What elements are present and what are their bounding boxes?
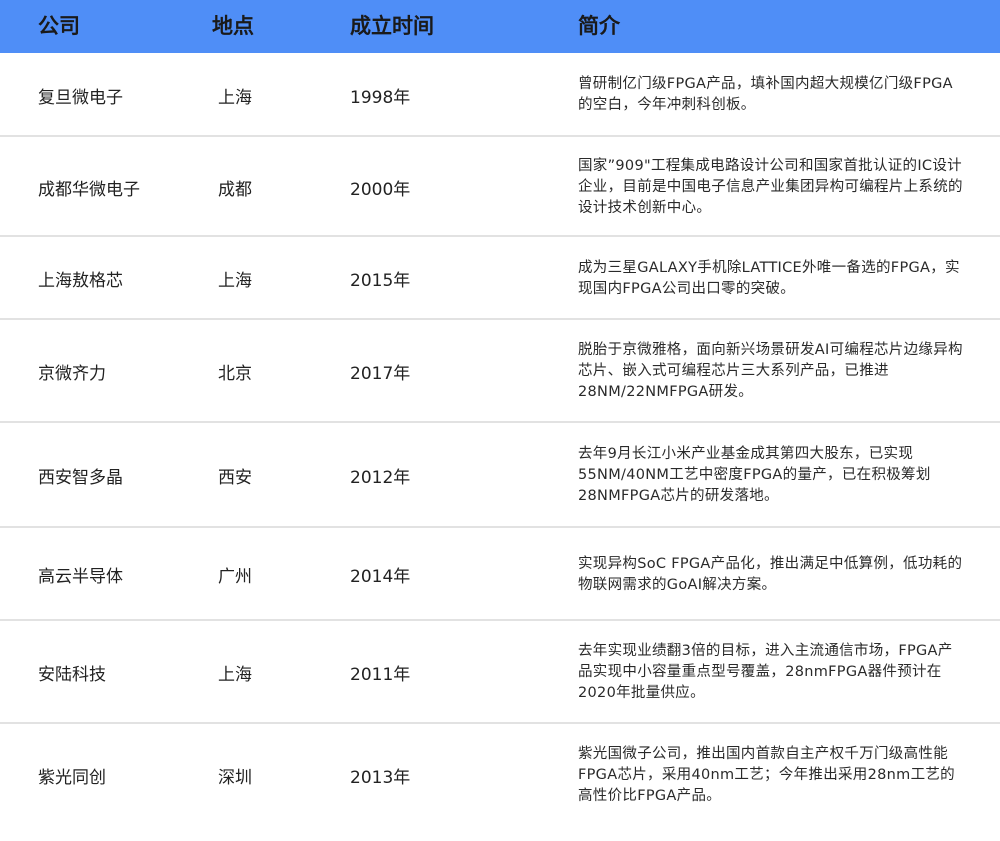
company-name: 成都华微电子 xyxy=(38,179,140,200)
header-description: 简介 xyxy=(578,14,620,38)
company-founded: 2015年 xyxy=(350,271,411,291)
company-location: 上海 xyxy=(218,271,252,291)
company-founded: 2012年 xyxy=(350,468,411,488)
table-row: 京微齐力 北京 2017年 脱胎于京微雅格，面向新兴场景研发AI可编程芯片边缘异… xyxy=(0,320,1000,423)
company-description: 实现异构SoC FPGA产品化，推出满足中低算例，低功耗的物联网需求的GoAI解… xyxy=(578,555,963,593)
header-founded: 成立时间 xyxy=(350,14,434,38)
company-founded: 2011年 xyxy=(350,665,411,685)
table-row: 上海敖格芯 上海 2015年 成为三星GALAXY手机除LATTICE外唯一备选… xyxy=(0,237,1000,320)
company-location: 西安 xyxy=(218,468,252,488)
table-row: 西安智多晶 西安 2012年 去年9月长江小米产业基金成其第四大股东，已实现55… xyxy=(0,423,1000,528)
company-location: 上海 xyxy=(218,87,252,108)
company-name: 复旦微电子 xyxy=(38,87,123,108)
company-founded: 2013年 xyxy=(350,767,411,788)
company-name: 高云半导体 xyxy=(38,567,123,587)
company-description: 脱胎于京微雅格，面向新兴场景研发AI可编程芯片边缘异构芯片、嵌入式可编程芯片三大… xyxy=(578,342,963,400)
company-table: 公司 地点 成立时间 简介 复旦微电子 上海 1998年 曾研制亿门级FPGA产… xyxy=(0,0,1000,841)
header-company: 公司 xyxy=(38,14,80,38)
table-row: 复旦微电子 上海 1998年 曾研制亿门级FPGA产品，填补国内超大规模亿门级F… xyxy=(0,53,1000,137)
company-description: 紫光国微子公司，推出国内首款自主产权千万门级高性能FPGA芯片，采用40nm工艺… xyxy=(578,745,955,804)
company-description: 去年实现业绩翻3倍的目标，进入主流通信市场，FPGA产品实现中小容量重点型号覆盖… xyxy=(578,643,953,701)
company-name: 安陆科技 xyxy=(38,665,106,685)
company-founded: 2000年 xyxy=(350,179,411,200)
company-founded: 1998年 xyxy=(350,87,411,108)
table-row: 高云半导体 广州 2014年 实现异构SoC FPGA产品化，推出满足中低算例，… xyxy=(0,528,1000,621)
company-founded: 2014年 xyxy=(350,567,411,587)
company-description: 成为三星GALAXY手机除LATTICE外唯一备选的FPGA，实现国内FPGA公… xyxy=(578,259,960,297)
table-header: 公司 地点 成立时间 简介 xyxy=(0,0,1000,53)
header-location: 地点 xyxy=(212,14,254,38)
company-location: 深圳 xyxy=(218,767,252,788)
company-name: 京微齐力 xyxy=(38,364,106,384)
company-description: 国家”909"工程集成电路设计公司和国家首批认证的IC设计企业，目前是中国电子信… xyxy=(578,157,963,216)
company-location: 广州 xyxy=(218,567,252,587)
company-name: 西安智多晶 xyxy=(38,468,123,488)
table-row: 安陆科技 上海 2011年 去年实现业绩翻3倍的目标，进入主流通信市场，FPGA… xyxy=(0,621,1000,724)
company-description: 曾研制亿门级FPGA产品，填补国内超大规模亿门级FPGA的空白，今年冲刺科创板。 xyxy=(578,76,953,113)
company-location: 成都 xyxy=(218,179,252,200)
table-row: 紫光同创 深圳 2013年 紫光国微子公司，推出国内首款自主产权千万门级高性能F… xyxy=(0,724,1000,826)
company-description: 去年9月长江小米产业基金成其第四大股东，已实现55NM/40NM工艺中密度FPG… xyxy=(578,446,931,504)
table-row: 成都华微电子 成都 2000年 国家”909"工程集成电路设计公司和国家首批认证… xyxy=(0,137,1000,237)
company-founded: 2017年 xyxy=(350,364,411,384)
company-location: 北京 xyxy=(218,364,252,384)
company-location: 上海 xyxy=(218,665,252,685)
company-name: 紫光同创 xyxy=(38,767,106,788)
company-name: 上海敖格芯 xyxy=(38,271,123,291)
